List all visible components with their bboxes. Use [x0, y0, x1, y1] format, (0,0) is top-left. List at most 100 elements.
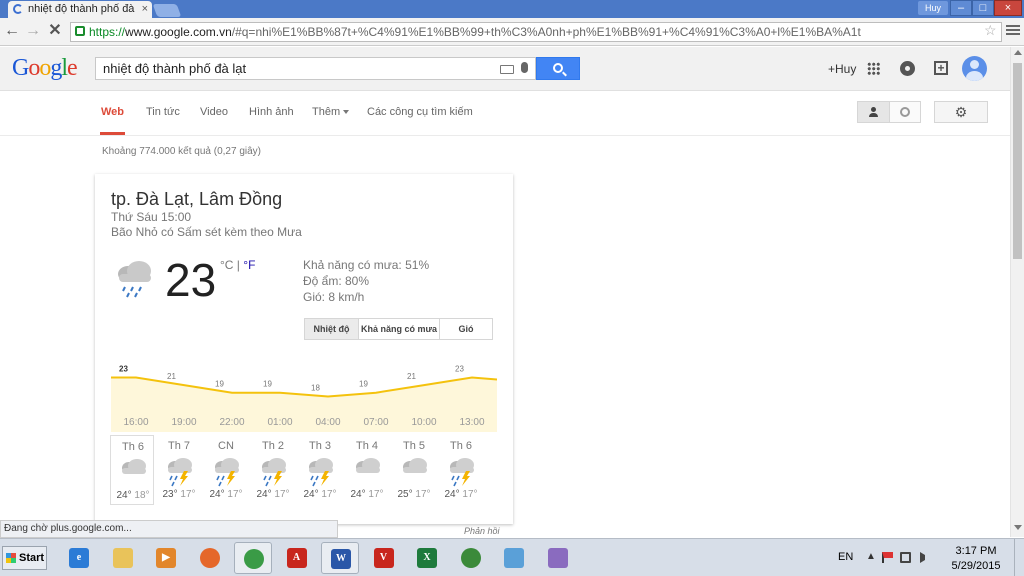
forward-button[interactable]: → — [24, 22, 42, 40]
day-temps: 24° 18° — [116, 490, 150, 501]
forecast-day[interactable]: CN 24° 17° — [204, 435, 248, 505]
excel-icon: X — [417, 548, 437, 568]
weather-time: Thứ Sáu 15:00 — [111, 210, 192, 224]
tab-news[interactable]: Tin tức — [146, 106, 180, 118]
keyboard-icon[interactable] — [500, 65, 514, 74]
scroll-up-icon[interactable] — [1014, 50, 1022, 55]
tab-more[interactable]: Thêm — [312, 106, 350, 118]
google-plus-link[interactable]: +Huy — [828, 62, 856, 76]
hour-label: 13:00 — [459, 417, 485, 428]
unit-celsius[interactable]: °C — [220, 258, 233, 272]
hour-axis: 16:00 19:00 22:00 01:00 04:00 07:00 10:00 13:00 — [111, 417, 497, 431]
forecast-day[interactable]: Th 3 24° 17° — [298, 435, 342, 505]
taskbar-app-media-player[interactable]: ▶ — [147, 542, 185, 574]
search-button[interactable] — [536, 57, 580, 80]
tab-temperature[interactable]: Nhiệt độ — [305, 319, 359, 339]
tab-search-tools[interactable]: Các công cụ tìm kiếm — [367, 106, 473, 118]
taskbar-app-firefox[interactable] — [191, 542, 229, 574]
taskbar-app-chat[interactable] — [495, 542, 533, 574]
day-name: Th 2 — [261, 440, 284, 452]
scroll-down-icon[interactable] — [1014, 525, 1022, 530]
search-input[interactable]: nhiệt độ thành phố đà lạt — [95, 57, 536, 80]
minimize-button[interactable]: – — [950, 0, 972, 16]
page-scrollbar[interactable] — [1010, 47, 1024, 537]
forecast-day[interactable]: Th 4 24° 17° — [345, 435, 389, 505]
bookmark-star-icon[interactable]: ☆ — [984, 22, 997, 39]
show-desktop-button[interactable] — [1014, 539, 1024, 576]
scroll-thumb[interactable] — [1013, 63, 1022, 259]
google-logo[interactable]: Google — [12, 55, 78, 82]
close-window-button[interactable]: × — [994, 0, 1022, 16]
taskbar-app-explorer[interactable] — [104, 542, 142, 574]
settings-button[interactable]: ⚙ — [934, 101, 988, 123]
network-tray-icon[interactable] — [900, 552, 911, 563]
feedback-link[interactable]: Phản hồi — [464, 526, 500, 536]
ie-icon: e — [69, 548, 89, 568]
active-tab-indicator — [100, 132, 125, 135]
tab-web[interactable]: Web — [101, 106, 124, 118]
tab-close-icon[interactable]: × — [142, 1, 148, 17]
taskbar-app-ie[interactable]: e — [60, 542, 98, 574]
explorer-icon — [112, 548, 133, 568]
tab-video[interactable]: Video — [200, 106, 228, 118]
day-name: Th 6 — [449, 440, 472, 452]
profile-badge[interactable]: Huy — [918, 1, 948, 15]
apps-grid-icon[interactable] — [867, 62, 880, 75]
rain-cloud-icon — [118, 261, 151, 298]
notifications-icon[interactable] — [900, 61, 915, 76]
tray-expand-icon[interactable]: ▲ — [866, 551, 876, 562]
forecast-day[interactable]: Th 6 24° 17° — [439, 435, 483, 505]
taskbar-app-excel[interactable]: X — [408, 542, 446, 574]
taskbar-app-unikey[interactable]: V — [365, 542, 403, 574]
partly-cloudy-icon — [356, 458, 380, 473]
avatar[interactable] — [962, 56, 987, 81]
share-icon[interactable]: + — [934, 61, 948, 75]
chrome-menu-icon[interactable] — [1006, 23, 1020, 37]
taskbar-app-acrobat[interactable]: A — [278, 542, 316, 574]
weather-location: tp. Đà Lạt, Lâm Đồng — [111, 189, 283, 209]
maximize-button[interactable]: □ — [972, 0, 994, 16]
stop-button[interactable]: ✕ — [46, 22, 64, 40]
day-temps: 24° 17° — [350, 489, 384, 500]
clock[interactable]: 3:17 PM 5/29/2015 — [942, 544, 1010, 574]
address-bar[interactable]: https://www.google.com.vn/#q=nhi%E1%BB%8… — [70, 22, 1002, 42]
unit-fahrenheit[interactable]: °F — [243, 258, 255, 272]
taskbar-app-chrome[interactable] — [234, 542, 272, 574]
temperature-label: 21 — [167, 372, 176, 381]
forecast-day[interactable]: Th 5 25° 17° — [392, 435, 436, 505]
partly-cloudy-icon — [122, 459, 146, 474]
forecast-day[interactable]: Th 2 24° 17° — [251, 435, 295, 505]
loading-status: Đang chờ plus.google.com... — [0, 520, 338, 538]
firefox-icon — [199, 548, 220, 568]
weather-condition: Bão Nhỏ có Sấm sét kèm theo Mưa — [111, 225, 302, 239]
day-name: CN — [218, 440, 234, 452]
day-name: Th 4 — [355, 440, 378, 452]
thunderstorm-icon — [168, 458, 192, 487]
hour-label: 22:00 — [219, 417, 245, 428]
start-button[interactable]: Start — [2, 546, 47, 570]
personal-results-button[interactable] — [858, 102, 890, 122]
forecast-day[interactable]: Th 6 24° 18° — [110, 435, 154, 505]
new-tab-button[interactable] — [152, 4, 182, 17]
microphone-icon[interactable] — [521, 62, 528, 73]
personal-results-toggle[interactable] — [857, 101, 921, 123]
chrome-icon — [244, 549, 264, 569]
thunderstorm-icon — [215, 458, 239, 487]
temperature-label: 21 — [407, 372, 416, 381]
forecast-day[interactable]: Th 7 23° 17° — [157, 435, 201, 505]
volume-icon[interactable] — [920, 552, 928, 563]
hour-label: 16:00 — [123, 417, 149, 428]
taskbar-app-network[interactable] — [452, 542, 490, 574]
browser-toolbar: ← → ✕ https://www.google.com.vn/#q=nhi%E… — [0, 18, 1024, 46]
taskbar-app-word[interactable]: W — [321, 542, 359, 574]
back-button[interactable]: ← — [3, 22, 21, 40]
day-temps: 24° 17° — [256, 489, 290, 500]
tab-rain-chance[interactable]: Khả năng có mưa — [359, 319, 440, 339]
browser-tab[interactable]: nhiệt độ thành phố đà × — [8, 1, 152, 18]
tab-wind[interactable]: Gió — [440, 319, 492, 339]
tab-images[interactable]: Hình ảnh — [249, 106, 294, 118]
language-indicator[interactable]: EN — [838, 551, 853, 563]
taskbar-app-paint[interactable] — [539, 542, 577, 574]
globe-icon[interactable] — [900, 107, 910, 117]
flag-icon[interactable] — [882, 552, 893, 563]
